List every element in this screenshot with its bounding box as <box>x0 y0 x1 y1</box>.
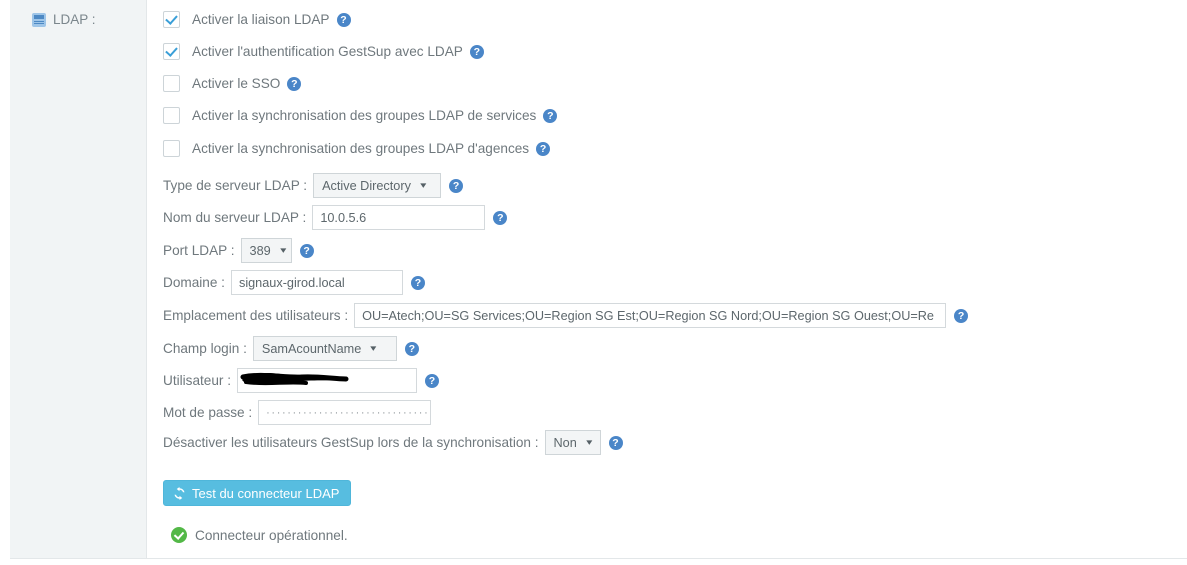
help-icon[interactable]: ? <box>954 308 969 323</box>
checkbox-row-sync-service-groups[interactable]: Activer la synchronisation des groupes L… <box>163 107 558 124</box>
field-row-user: Utilisateur : ? <box>163 368 439 393</box>
help-icon[interactable]: ? <box>469 44 484 59</box>
help-icon[interactable]: ? <box>336 12 351 27</box>
input-server-name[interactable]: 10.0.5.6 <box>312 205 486 230</box>
input-users-location[interactable]: OU=Atech;OU=SG Services;OU=Region SG Est… <box>354 303 947 328</box>
refresh-icon <box>174 486 185 500</box>
label-server-type: Type de serveur LDAP : <box>163 178 308 193</box>
field-row-users-location: Emplacement des utilisateurs : OU=Atech;… <box>163 303 969 328</box>
select-port-value: 389 <box>249 243 271 258</box>
checkbox-row-enable-ldap-link[interactable]: Activer la liaison LDAP ? <box>163 11 351 28</box>
label-disable-users: Désactiver les utilisateurs GestSup lors… <box>163 435 539 450</box>
checkbox-row-enable-gestsup-auth[interactable]: Activer l'authentification GestSup avec … <box>163 43 484 60</box>
label-login-field: Champ login : <box>163 341 247 356</box>
field-row-server-type: Type de serveur LDAP : Active Directory … <box>163 173 464 198</box>
select-port[interactable]: 389 ▾ <box>240 238 292 263</box>
help-icon[interactable]: ? <box>536 141 551 156</box>
checkbox-sync-service-groups[interactable] <box>163 107 180 124</box>
help-icon[interactable]: ? <box>299 243 314 258</box>
label-users-location: Emplacement des utilisateurs : <box>163 308 349 323</box>
help-icon[interactable]: ? <box>410 275 425 290</box>
help-icon[interactable]: ? <box>449 178 464 193</box>
checkbox-row-sync-agency-groups[interactable]: Activer la synchronisation des groupes L… <box>163 140 551 157</box>
field-row-server-name: Nom du serveur LDAP : 10.0.5.6 ? <box>163 205 508 230</box>
select-disable-users-value: Non <box>553 435 577 450</box>
checkbox-enable-sso[interactable] <box>163 75 180 92</box>
chevron-down-icon: ▾ <box>370 343 377 353</box>
connector-status: Connecteur opérationnel. <box>171 527 348 543</box>
checkbox-enable-ldap-link[interactable] <box>163 11 180 28</box>
label-user: Utilisateur : <box>163 373 231 388</box>
chevron-down-icon: ▾ <box>420 180 427 190</box>
chevron-down-icon: ▾ <box>586 437 593 447</box>
test-ldap-connector-label: Test du connecteur LDAP <box>192 485 340 501</box>
checkbox-label-enable-ldap-link: Activer la liaison LDAP <box>192 12 330 27</box>
select-login-field[interactable]: SamAcountName ▾ <box>252 336 397 361</box>
section-label-text: LDAP : <box>53 12 96 27</box>
section-label: LDAP : <box>32 12 96 27</box>
checkbox-enable-gestsup-auth[interactable] <box>163 43 180 60</box>
input-user-wrapper <box>237 368 417 393</box>
test-ldap-connector-button[interactable]: Test du connecteur LDAP <box>163 480 352 506</box>
field-row-port: Port LDAP : 389 ▾ ? <box>163 238 314 263</box>
bottom-divider <box>10 558 1187 559</box>
checkbox-label-enable-gestsup-auth: Activer l'authentification GestSup avec … <box>192 44 463 59</box>
label-password: Mot de passe : <box>163 405 253 420</box>
chevron-down-icon: ▾ <box>279 245 287 255</box>
input-user[interactable] <box>237 368 417 393</box>
check-circle-icon <box>171 527 187 543</box>
field-row-login-field: Champ login : SamAcountName ▾ ? <box>163 336 419 361</box>
select-login-field-value: SamAcountName <box>261 341 362 356</box>
label-server-name: Nom du serveur LDAP : <box>163 210 307 225</box>
select-server-type[interactable]: Active Directory ▾ <box>313 173 442 198</box>
checkbox-sync-agency-groups[interactable] <box>163 140 180 157</box>
input-domain[interactable]: signaux-girod.local <box>230 270 403 295</box>
section-panel: LDAP : <box>10 0 147 558</box>
list-alt-icon <box>32 12 46 27</box>
input-password[interactable]: ································ <box>258 400 432 425</box>
field-row-password: Mot de passe : ·························… <box>163 400 439 425</box>
label-port: Port LDAP : <box>163 243 235 258</box>
connector-status-text: Connecteur opérationnel. <box>195 527 348 543</box>
label-domain: Domaine : <box>163 275 225 290</box>
help-icon[interactable]: ? <box>543 108 558 123</box>
help-icon[interactable]: ? <box>493 210 508 225</box>
field-row-disable-users: Désactiver les utilisateurs GestSup lors… <box>163 430 623 455</box>
checkbox-label-sync-service-groups: Activer la synchronisation des groupes L… <box>192 108 537 123</box>
help-icon[interactable]: ? <box>608 435 623 450</box>
checkbox-label-sync-agency-groups: Activer la synchronisation des groupes L… <box>192 141 530 156</box>
help-icon[interactable]: ? <box>287 76 302 91</box>
checkbox-label-enable-sso: Activer le SSO <box>192 76 281 91</box>
help-icon[interactable]: ? <box>404 341 419 356</box>
field-row-domain: Domaine : signaux-girod.local ? <box>163 270 425 295</box>
checkbox-row-enable-sso[interactable]: Activer le SSO ? <box>163 75 302 92</box>
select-server-type-value: Active Directory <box>322 178 411 193</box>
ldap-settings-page: LDAP : Activer la liaison LDAP ? Activer… <box>0 0 1187 565</box>
select-disable-users[interactable]: Non ▾ <box>544 430 601 455</box>
help-icon[interactable]: ? <box>425 373 439 388</box>
